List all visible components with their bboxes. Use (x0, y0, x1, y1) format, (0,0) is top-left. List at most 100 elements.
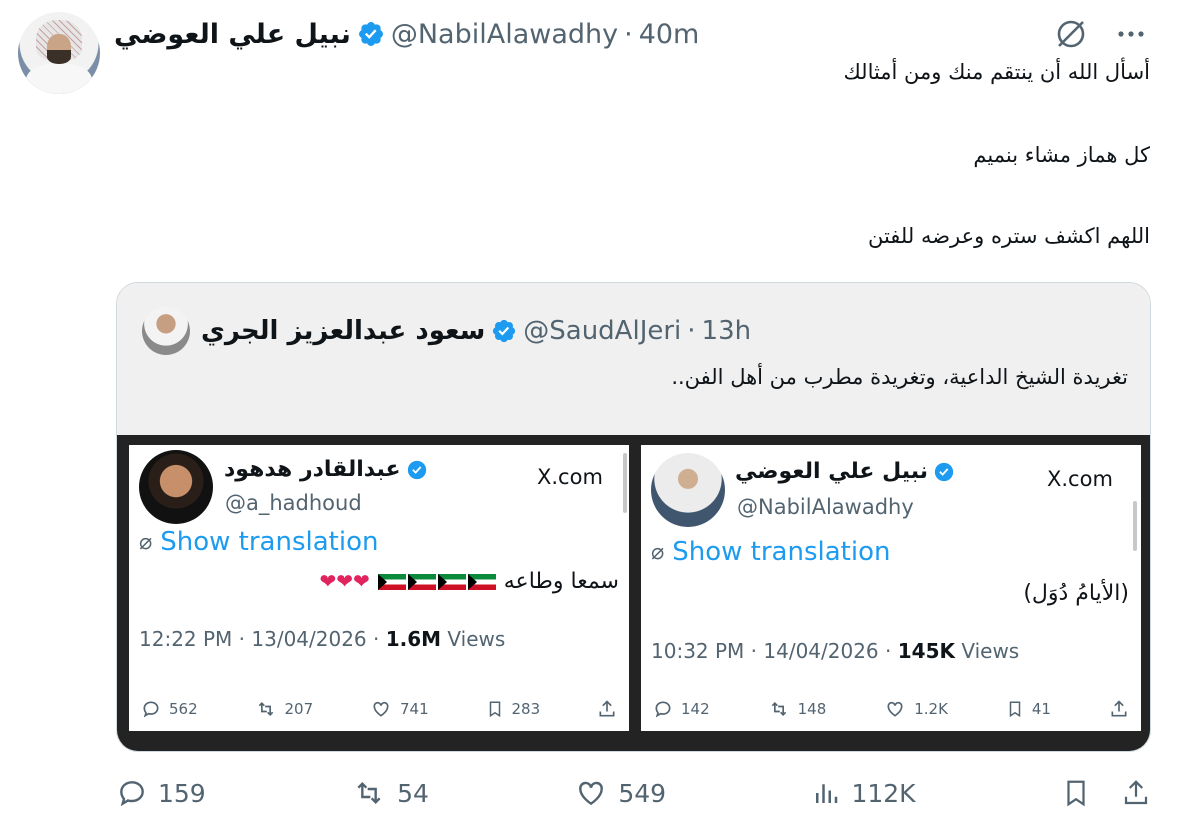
like-button[interactable]: 549 (574, 777, 666, 809)
verified-badge-icon (934, 462, 954, 481)
panel-repost: 148 (768, 699, 827, 719)
post-actions: 159 54 549 112K (116, 776, 1151, 810)
quoted-author-handle[interactable]: @SaudAlJeri (523, 316, 681, 346)
repost-icon (771, 701, 786, 717)
repost-icon (258, 701, 273, 717)
panel-scrollbar (623, 453, 627, 513)
reply-icon (655, 701, 671, 718)
share-icon (599, 700, 615, 717)
panel-name: نبيل علي العوضي (735, 459, 928, 484)
bookmark-icon (1009, 701, 1021, 718)
panel-translate-label: Show translation (672, 537, 891, 567)
panel-handle: @NabilAlawadhy (737, 495, 914, 519)
panel-views-label: Views (441, 627, 506, 651)
panel-handle: @a_hadhoud (225, 491, 362, 515)
more-options-icon[interactable] (1114, 17, 1148, 51)
post-time[interactable]: 40m (639, 19, 700, 50)
panel-show-translation: ⌀ Show translation (651, 537, 890, 567)
heart-icon (373, 701, 389, 717)
avatar-robe (26, 64, 92, 94)
quoted-media-image[interactable]: عبدالقادر هدهود @a_hadhoud X.com ⌀ Show … (117, 435, 1150, 751)
quoted-author-avatar[interactable] (142, 307, 190, 355)
panel-scrollbar (1133, 501, 1137, 551)
panel-reply-count: 142 (681, 700, 710, 718)
panel-body-text: (الأيامُ دُوَل) (1023, 581, 1129, 606)
panel-repost: 207 (255, 699, 314, 719)
grok-icon[interactable] (1054, 17, 1088, 51)
share-icon[interactable] (1121, 777, 1151, 809)
quoted-post-text: تغريدة الشيخ الداعية، وتغريدة مطرب من أه… (671, 365, 1128, 389)
panel-name-row: عبدالقادر هدهود (224, 457, 428, 482)
panel-like-count: 1.2K (914, 700, 948, 718)
panel-body-text: سمعا وطاعه (503, 569, 619, 594)
kuwait-flag-icon (437, 574, 466, 590)
quoted-post-time[interactable]: 13h (702, 316, 752, 346)
panel-reply: 142 (653, 699, 710, 719)
verified-badge-icon (493, 319, 516, 343)
heart-emoji-icon: ❤ (319, 569, 337, 593)
panel-like-count: 741 (400, 700, 429, 718)
post-text-line-1: أسأل الله أن ينتقم منك ومن أمثالك (843, 60, 1150, 84)
panel-date: 12:22 PM · 13/04/2026 · (139, 627, 386, 651)
avatar-beard (47, 50, 71, 64)
author-name[interactable]: نبيل علي العوضي (114, 19, 351, 50)
panel-site: X.com (1047, 467, 1113, 491)
kuwait-flag-icon (377, 574, 406, 590)
quoted-header: سعود عبدالعزيز الجري @SaudAlJeri · 13h (201, 311, 751, 351)
panel-like: 741 (370, 699, 429, 719)
repost-button[interactable]: 54 (351, 777, 429, 809)
heart-icon (887, 701, 903, 717)
reply-icon (120, 781, 144, 807)
panel-meta: 10:32 PM · 14/04/2026 · 145K Views (651, 639, 1019, 663)
panel-share (597, 699, 617, 719)
panel-bookmark-count: 41 (1031, 700, 1051, 718)
bookmark-share-group (1061, 776, 1151, 810)
panel-bookmark: 41 (1006, 699, 1051, 719)
repost-count: 54 (397, 778, 429, 808)
bookmark-icon (489, 701, 500, 718)
panel-like: 1.2K (884, 699, 948, 719)
post-header: نبيل علي العوضي @NabilAlawadhy · 40m (114, 14, 699, 54)
panel-date: 10:32 PM · 14/04/2026 · (651, 639, 898, 663)
panel-bookmark: 283 (486, 699, 541, 719)
author-avatar[interactable] (18, 12, 100, 94)
kuwait-flag-icon (407, 574, 436, 590)
post-text-line-2: كل هماز مشاء بنميم (973, 143, 1150, 167)
panel-name: عبدالقادر هدهود (224, 457, 401, 482)
bookmark-icon[interactable] (1061, 776, 1091, 810)
panel-repost-count: 148 (797, 700, 827, 718)
panel-site: X.com (537, 465, 603, 489)
panel-repost-count: 207 (284, 700, 314, 718)
panel-bookmark-count: 283 (511, 700, 541, 718)
verified-badge-icon (407, 460, 426, 479)
reply-button[interactable]: 159 (116, 777, 206, 809)
post-text-line-3: اللهم اكشف ستره وعرضه للفتن (867, 224, 1150, 248)
panel-actions: 562 207 741 283 (129, 699, 629, 719)
panel-name-row: نبيل علي العوضي (735, 459, 955, 484)
reply-icon (143, 701, 159, 718)
heart-icon (579, 781, 604, 806)
repost-icon (357, 781, 381, 805)
quoted-author-name[interactable]: سعود عبدالعزيز الجري (201, 316, 485, 346)
verified-badge-icon (358, 22, 383, 46)
translate-icon: ⌀ (651, 539, 665, 565)
panel-reply: 562 (141, 699, 198, 719)
panel-views-count: 145K (897, 639, 955, 663)
separator-dot: · (687, 316, 696, 346)
screenshot-panel-left: عبدالقادر هدهود @a_hadhoud X.com ⌀ Show … (129, 445, 629, 731)
quoted-post-header-area: سعود عبدالعزيز الجري @SaudAlJeri · 13h ت… (117, 283, 1150, 435)
translate-icon: ⌀ (139, 529, 153, 555)
kuwait-flag-icon (467, 574, 496, 590)
panel-body: سمعا وطاعه ❤❤❤ (319, 569, 619, 594)
reply-count: 159 (158, 778, 206, 808)
views-count: 112K (851, 778, 916, 808)
panel-reply-count: 562 (169, 700, 198, 718)
screenshot-panel-right: نبيل علي العوضي @NabilAlawadhy X.com ⌀ S… (641, 445, 1141, 731)
views-button[interactable]: 112K (811, 777, 916, 809)
quoted-post[interactable]: سعود عبدالعزيز الجري @SaudAlJeri · 13h ت… (116, 282, 1151, 752)
author-handle[interactable]: @NabilAlawadhy (391, 19, 618, 50)
views-chart-icon (816, 784, 838, 803)
panel-views-label: Views (954, 639, 1020, 663)
panel-avatar (651, 453, 725, 527)
panel-views-count: 1.6M (385, 627, 442, 651)
